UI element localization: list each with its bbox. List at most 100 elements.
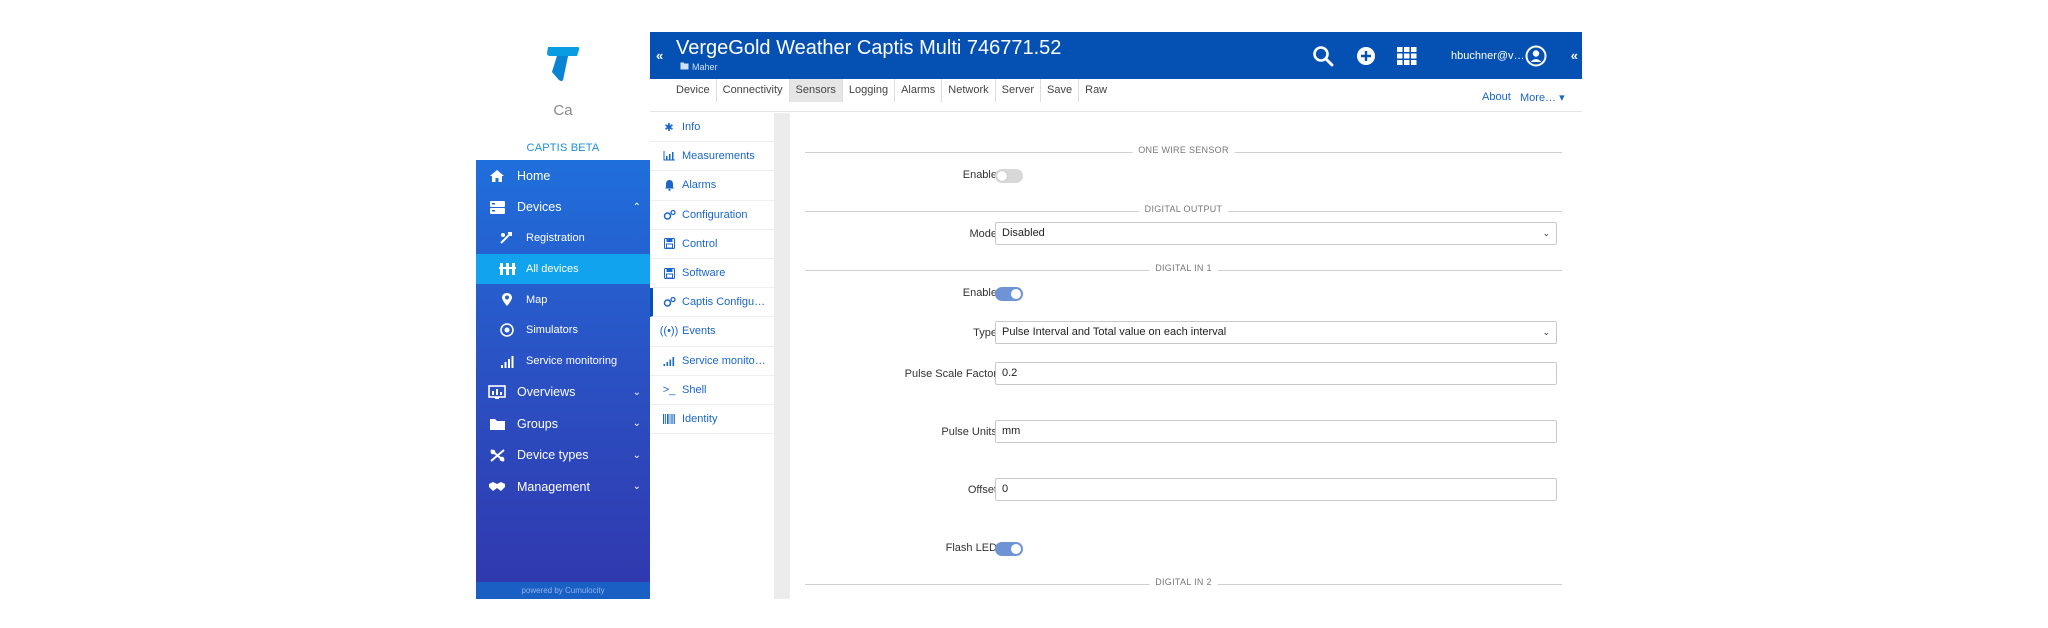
subnav-label: Shell [682, 383, 707, 396]
offset-input[interactable]: 0 [995, 478, 1557, 501]
pulse-scale-factor-input[interactable]: 0.2 [995, 362, 1557, 385]
simulators-icon [498, 322, 516, 338]
nav-item-label: Home [517, 168, 551, 183]
subnav-label: Configuration [682, 208, 748, 221]
breadcrumb[interactable]: Maher [680, 62, 718, 72]
chevron-down-icon: ⌄ [632, 386, 641, 398]
chevron-up-icon: ⌃ [632, 201, 641, 213]
app-header: « VergeGold Weather Captis Multi 746771.… [650, 32, 1582, 79]
subnav-label: Events [682, 325, 716, 338]
device-types-icon [488, 447, 506, 463]
subnav-item-software[interactable]: Software [650, 259, 774, 289]
caret-down-icon: ▾ [1559, 92, 1565, 104]
nav-item-map[interactable]: Map [476, 284, 650, 315]
subnav-item-events[interactable]: ((•)) Events [650, 317, 774, 347]
nav-item-label: Devices [517, 200, 562, 215]
subnav-item-configuration[interactable]: Configuration [650, 201, 774, 230]
nav-item-label: Service monitoring [526, 355, 618, 368]
nav-item-label: Device types [517, 448, 589, 463]
group-icon [680, 62, 689, 72]
pulse-units-input[interactable]: mm [995, 420, 1557, 443]
section-title: ONE WIRE SENSOR [1132, 145, 1235, 155]
digital-in-1-type-select[interactable]: Pulse Interval and Total value on each i… [995, 321, 1557, 344]
nav-item-management[interactable]: Management ⌄ [476, 471, 650, 503]
nav-item-device-types[interactable]: Device types ⌄ [476, 439, 650, 471]
digital-in-1-type-label: Type [973, 327, 997, 339]
tab-save[interactable]: Save [1041, 79, 1080, 102]
section-title: DIGITAL OUTPUT [1138, 204, 1229, 214]
subnav-item-identity[interactable]: Identity [650, 405, 774, 435]
digital-in-1-enable-toggle[interactable] [995, 287, 1023, 301]
tab-raw[interactable]: Raw [1079, 79, 1113, 102]
tab-alarms[interactable]: Alarms [895, 79, 943, 102]
nav-item-label: Simulators [526, 324, 578, 337]
nav-item-devices[interactable]: Devices ⌃ [476, 192, 650, 224]
brand: Ca CAPTIS BETA [476, 32, 650, 160]
subnav-label: Service monito… [682, 354, 766, 367]
gears-icon [662, 296, 676, 308]
search-icon[interactable] [1311, 44, 1335, 68]
one-wire-enable-toggle[interactable] [995, 169, 1023, 183]
app-name: CAPTIS BETA [526, 142, 600, 154]
nav-panel: Home Devices ⌃ Registration All devices [476, 160, 650, 599]
subnav-item-alarms[interactable]: Alarms [650, 171, 774, 201]
about-link[interactable]: About [1482, 91, 1511, 103]
nav-item-home[interactable]: Home [476, 160, 650, 192]
subnav-item-captis-configuration[interactable]: Captis Configu… [650, 288, 774, 318]
subnav-label: Info [682, 121, 701, 134]
device-subnav: ✱ Info Measurements Alarms Configuration… [650, 113, 774, 599]
tab-device[interactable]: Device [670, 79, 717, 102]
tab-server[interactable]: Server [996, 79, 1042, 102]
nav-item-all-devices[interactable]: All devices [476, 253, 650, 285]
tab-network[interactable]: Network [942, 79, 996, 102]
bar-chart-icon [662, 151, 676, 161]
subnav-item-info[interactable]: ✱ Info [650, 113, 774, 143]
pulse-scale-factor-label: Pulse Scale Factor [904, 368, 997, 380]
telstra-logo [547, 47, 580, 81]
tab-connectivity[interactable]: Connectivity [717, 79, 790, 102]
nav-item-simulators[interactable]: Simulators [476, 315, 650, 346]
overviews-icon [488, 384, 506, 400]
user-name[interactable]: hbuchner@v… [1451, 50, 1525, 62]
section-title: DIGITAL IN 2 [1149, 577, 1218, 587]
digital-output-mode-label: Mode [969, 228, 997, 240]
floppy-icon [662, 267, 676, 279]
user-icon[interactable] [1524, 44, 1548, 68]
subnav-label: Identity [682, 412, 718, 425]
nav-item-label: Groups [517, 416, 558, 431]
offset-label: Offset [967, 484, 997, 496]
registration-icon [498, 230, 516, 246]
nav-item-service-monitoring[interactable]: Service monitoring [476, 346, 650, 377]
more-label: More… [1520, 92, 1557, 104]
tab-sensors[interactable]: Sensors [789, 79, 843, 102]
more-menu[interactable]: More… ▾ [1520, 91, 1565, 104]
subnav-item-service-monitoring[interactable]: Service monito… [650, 347, 774, 376]
subnav-label: Captis Configu… [682, 296, 766, 309]
folder-icon [488, 416, 506, 432]
nav-item-registration[interactable]: Registration [476, 223, 650, 254]
section-digital-in-1: DIGITAL IN 1 [805, 263, 1562, 277]
collapse-right-icon[interactable]: « [1571, 48, 1578, 63]
tab-logging[interactable]: Logging [843, 79, 896, 102]
nav-item-overviews[interactable]: Overviews ⌄ [476, 376, 650, 408]
all-devices-icon [498, 261, 516, 277]
subnav-label: Software [682, 267, 726, 280]
subnav-item-control[interactable]: Control [650, 230, 774, 259]
broadcast-icon: ((•)) [659, 325, 679, 338]
subnav-item-measurements[interactable]: Measurements [650, 142, 774, 172]
flash-led-toggle[interactable] [995, 542, 1023, 556]
bell-icon [662, 179, 676, 192]
left-navigation: Ca CAPTIS BETA Home Devices ⌃ Registrati… [476, 32, 650, 599]
handshake-icon [488, 479, 506, 495]
nav-item-label: All devices [526, 263, 579, 276]
collapse-left-icon[interactable]: « [656, 48, 663, 63]
subnav-label: Measurements [682, 150, 755, 163]
app-grid-icon[interactable] [1395, 44, 1419, 68]
nav-item-groups[interactable]: Groups ⌄ [476, 408, 650, 440]
toggle-knob [997, 171, 1007, 181]
tenant-name: Ca [553, 102, 573, 119]
add-icon[interactable] [1354, 44, 1378, 68]
barcode-icon [662, 413, 676, 424]
digital-output-mode-select[interactable]: Disabled ⌄ [995, 222, 1557, 245]
subnav-item-shell[interactable]: >_ Shell [650, 376, 774, 405]
